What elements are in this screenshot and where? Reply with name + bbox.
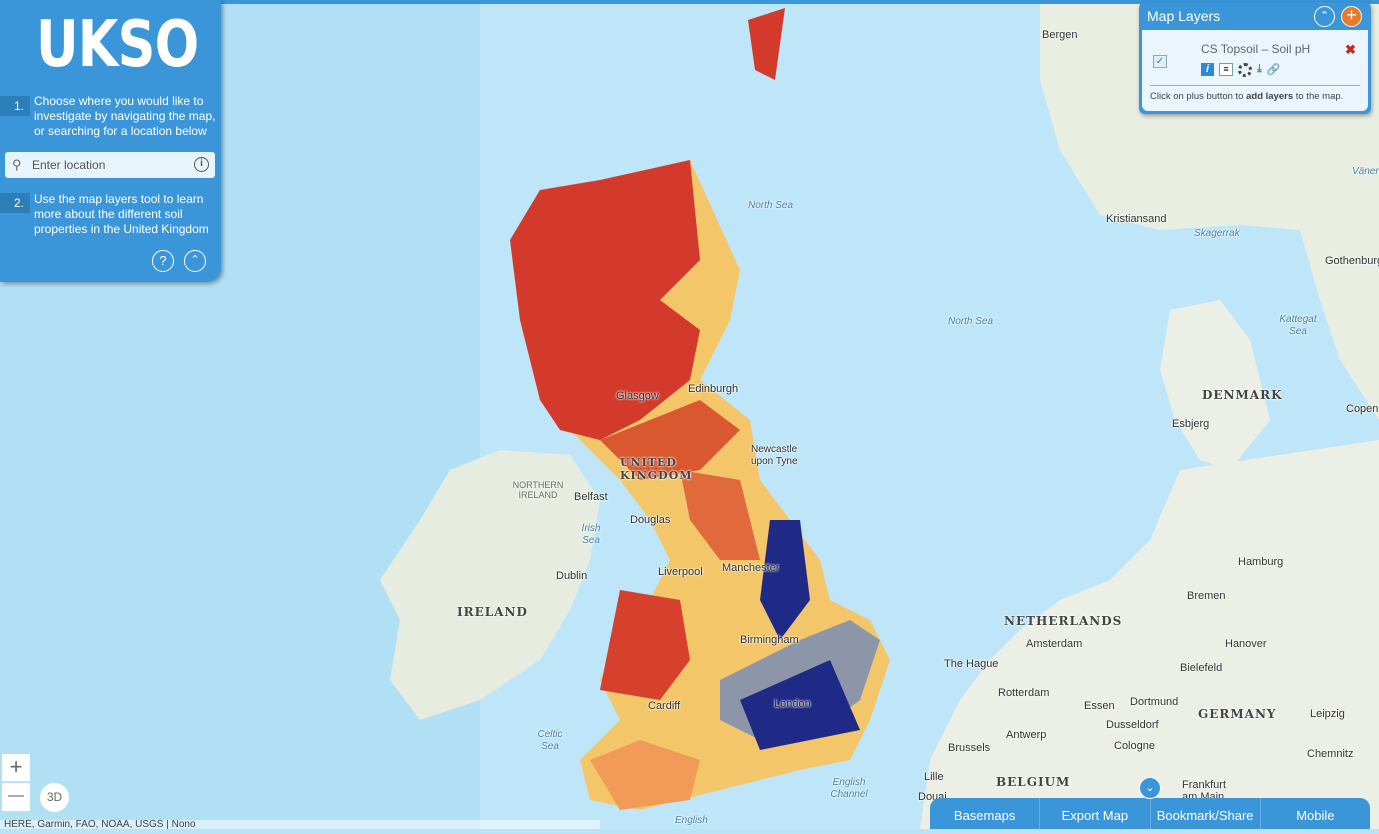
plus-icon: + — [1346, 5, 1357, 25]
export-map-button[interactable]: Export Map — [1040, 798, 1151, 829]
label-belgium: BELGIUM — [996, 775, 1071, 789]
label-hamburg: Hamburg — [1238, 556, 1284, 568]
basemaps-button[interactable]: Basemaps — [930, 798, 1041, 829]
label-uk: UNITED KINGDOM — [620, 456, 693, 482]
label-esbjerg: Esbjerg — [1172, 418, 1210, 430]
label-gothenburg: Gothenburg — [1325, 255, 1379, 267]
label-dublin: Dublin — [556, 570, 588, 582]
add-layer-button[interactable]: + — [1341, 6, 1362, 27]
location-search-input[interactable]: ⚲ Enter location i — [5, 152, 215, 178]
label-ireland: IRELAND — [457, 605, 528, 619]
layer-visibility-checkbox[interactable]: ✓ — [1153, 55, 1167, 68]
label-essen: Essen — [1084, 700, 1115, 712]
step-number: 1. — [0, 96, 30, 116]
label-lille: Lille — [924, 771, 944, 783]
legend-icon[interactable]: ≡ — [1219, 63, 1233, 76]
label-edinburgh: Edinburgh — [688, 383, 739, 395]
step-number: 2. — [0, 193, 30, 213]
label-denmark: DENMARK — [1202, 388, 1283, 402]
label-amsterdam: Amsterdam — [1026, 638, 1083, 650]
3d-toggle-button[interactable]: 3D — [40, 783, 69, 812]
label-celtic-sea: Celtic Sea — [537, 729, 563, 752]
label-irish-sea: Irish Sea — [581, 523, 601, 546]
layer-info-icon[interactable]: i — [1201, 63, 1214, 76]
search-placeholder: Enter location — [32, 158, 106, 172]
label-london: London — [774, 698, 811, 710]
label-dusseldorf: Dusseldorf — [1106, 719, 1159, 731]
info-icon[interactable]: i — [194, 157, 209, 172]
mobile-button[interactable]: Mobile — [1261, 798, 1370, 829]
collapse-panel-button[interactable]: ⌃ — [184, 250, 206, 272]
zoom-out-button[interactable]: — — [2, 783, 30, 811]
label-liverpool: Liverpool — [658, 566, 703, 578]
label-cologne: Cologne — [1114, 740, 1155, 752]
chevron-down-icon: ⌄ — [1145, 782, 1155, 794]
label-bremen: Bremen — [1187, 590, 1226, 602]
label-cardiff: Cardiff — [648, 700, 681, 712]
label-belfast: Belfast — [574, 491, 608, 503]
label-copen: Copen — [1346, 403, 1379, 415]
label-kattegat: Kattegat Sea — [1279, 314, 1317, 337]
label-douglas: Douglas — [630, 514, 671, 526]
label-birmingham: Birmingham — [740, 634, 799, 646]
label-the-hague: The Hague — [944, 658, 999, 670]
label-manchester: Manchester — [722, 562, 780, 574]
download-icon[interactable]: ⤓ — [1257, 63, 1262, 77]
label-hanover: Hanover — [1225, 638, 1267, 650]
step-1-text: Choose where you would like to investiga… — [34, 94, 216, 138]
label-vaner: Väner — [1352, 166, 1379, 177]
collapse-layers-button[interactable]: ⌃ — [1314, 6, 1335, 27]
zoom-in-button[interactable]: + — [2, 754, 30, 782]
link-icon[interactable]: 🔗 — [1267, 63, 1281, 77]
label-bielefeld: Bielefeld — [1180, 662, 1223, 674]
map-layers-panel: Map Layers ⌃ + ✓ CS Topsoil – Soil pH ✖ … — [1139, 2, 1371, 114]
map-attribution: HERE, Garmin, FAO, NOAA, USGS | Nono — [0, 820, 600, 829]
opacity-icon[interactable] — [1238, 63, 1252, 77]
label-newcastle: Newcastle upon Tyne — [751, 444, 798, 467]
label-bergen: Bergen — [1042, 29, 1078, 41]
label-north-sea: North Sea — [948, 316, 994, 327]
ukso-logo: UKSO — [36, 8, 199, 82]
label-netherlands: NETHERLANDS — [1004, 614, 1123, 628]
ukso-side-panel: UKSO 1. Choose where you would like to i… — [0, 0, 221, 282]
label-north-sea: North Sea — [748, 200, 794, 211]
label-english: English — [675, 815, 708, 826]
map-layers-title: Map Layers — [1147, 8, 1221, 24]
label-germany: GERMANY — [1198, 707, 1277, 721]
label-ni: NORTHERN IRELAND — [512, 480, 564, 500]
label-rotterdam: Rotterdam — [998, 687, 1050, 699]
search-icon: ⚲ — [12, 157, 22, 172]
bookmark-share-button[interactable]: Bookmark/Share — [1151, 798, 1261, 829]
chevron-up-icon: ⌃ — [190, 254, 200, 266]
chevron-up-icon: ⌃ — [1319, 10, 1330, 22]
label-dortmund: Dortmund — [1130, 696, 1179, 708]
label-leipzig: Leipzig — [1310, 708, 1345, 720]
label-antwerp: Antwerp — [1006, 729, 1047, 741]
layer-list: ✓ CS Topsoil – Soil pH ✖ i ≡ ⤓ 🔗 Click o… — [1142, 30, 1368, 111]
label-chemnitz: Chemnitz — [1307, 748, 1354, 760]
bottom-toolbar: Basemaps Export Map Bookmark/Share Mobil… — [930, 798, 1370, 829]
add-layers-hint: Click on plus button to add layers to th… — [1150, 91, 1344, 102]
label-brussels: Brussels — [948, 742, 991, 754]
label-glasgow: Glasgow — [616, 390, 659, 402]
remove-layer-icon[interactable]: ✖ — [1345, 42, 1356, 58]
collapse-toolbar-button[interactable]: ⌄ — [1139, 777, 1161, 799]
label-english-channel: English Channel — [830, 777, 868, 800]
layer-name: CS Topsoil – Soil pH — [1201, 42, 1311, 56]
step-2-text: Use the map layers tool to learn more ab… — [34, 192, 209, 236]
label-skagerrak: Skagerrak — [1194, 228, 1240, 239]
label-kristiansand: Kristiansand — [1106, 213, 1167, 225]
help-button[interactable]: ? — [152, 250, 174, 272]
